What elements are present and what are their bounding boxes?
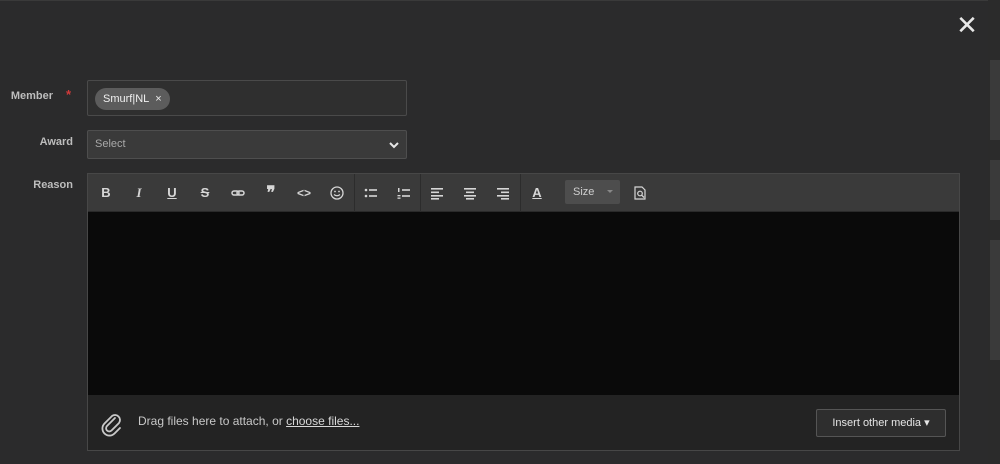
toolbar-divider xyxy=(420,174,421,212)
choose-files-link[interactable]: choose files... xyxy=(286,414,359,428)
emoji-button[interactable] xyxy=(324,181,350,205)
member-token: Smurf|NL × xyxy=(95,88,170,110)
font-size-label: Size xyxy=(573,186,595,198)
reason-textarea[interactable] xyxy=(88,212,959,395)
numbered-list-icon xyxy=(397,188,410,199)
close-icon[interactable]: ✕ xyxy=(955,12,979,38)
smile-icon xyxy=(330,186,344,200)
align-left-icon xyxy=(431,188,443,200)
align-left-button[interactable] xyxy=(424,181,450,205)
toolbar-divider xyxy=(354,174,355,212)
award-dialog: ✕ Member * Smurf|NL × Award Select Reason… xyxy=(0,0,988,464)
member-token-input[interactable]: Smurf|NL × xyxy=(87,80,407,116)
align-center-button[interactable] xyxy=(457,181,483,205)
preview-button[interactable] xyxy=(627,181,653,205)
reason-label: Reason xyxy=(33,179,73,191)
bullet-list-button[interactable] xyxy=(358,181,384,205)
link-icon xyxy=(231,190,245,196)
insert-other-media-button[interactable]: Insert other media ▾ xyxy=(816,409,946,437)
award-label: Award xyxy=(39,136,73,148)
attach-text: Drag files here to attach, or xyxy=(138,414,287,428)
quote-button[interactable]: ❞ xyxy=(258,181,284,205)
toolbar-divider xyxy=(520,174,521,212)
caret-down-icon: ▾ xyxy=(924,417,930,429)
member-label: Member xyxy=(10,90,53,102)
preview-icon xyxy=(634,186,646,200)
strikethrough-button[interactable]: S xyxy=(192,181,218,205)
background-panel xyxy=(990,160,1000,220)
paperclip-icon xyxy=(101,414,121,437)
attachment-bar: Drag files here to attach, or choose fil… xyxy=(88,395,959,450)
bold-button[interactable]: B xyxy=(93,181,119,205)
editor-toolbar: B I U S ❞ <> A Size xyxy=(88,174,959,212)
link-button[interactable] xyxy=(225,181,251,205)
bullet-list-icon xyxy=(364,188,377,198)
align-right-button[interactable] xyxy=(490,181,516,205)
required-marker: * xyxy=(66,87,72,102)
award-select-value: Select xyxy=(95,138,126,150)
reason-editor: B I U S ❞ <> A Size Drag files here to a… xyxy=(87,173,960,451)
remove-token-icon[interactable]: × xyxy=(155,93,161,105)
background-page-strip xyxy=(988,0,1000,464)
text-color-button[interactable]: A xyxy=(524,181,550,205)
numbered-list-button[interactable] xyxy=(391,181,417,205)
insert-media-label: Insert other media xyxy=(832,417,922,429)
font-size-dropdown[interactable]: Size xyxy=(565,180,620,204)
align-right-icon xyxy=(497,188,509,200)
align-center-icon xyxy=(464,188,476,200)
award-select[interactable]: Select xyxy=(87,130,407,159)
background-panel xyxy=(990,240,1000,360)
chevron-down-icon xyxy=(389,142,399,149)
member-token-label: Smurf|NL xyxy=(103,93,150,105)
background-panel xyxy=(990,60,1000,140)
italic-button[interactable]: I xyxy=(126,181,152,205)
caret-down-icon xyxy=(607,190,613,193)
attach-instructions: Drag files here to attach, or choose fil… xyxy=(138,414,359,428)
code-button[interactable]: <> xyxy=(291,181,317,205)
underline-button[interactable]: U xyxy=(159,181,185,205)
